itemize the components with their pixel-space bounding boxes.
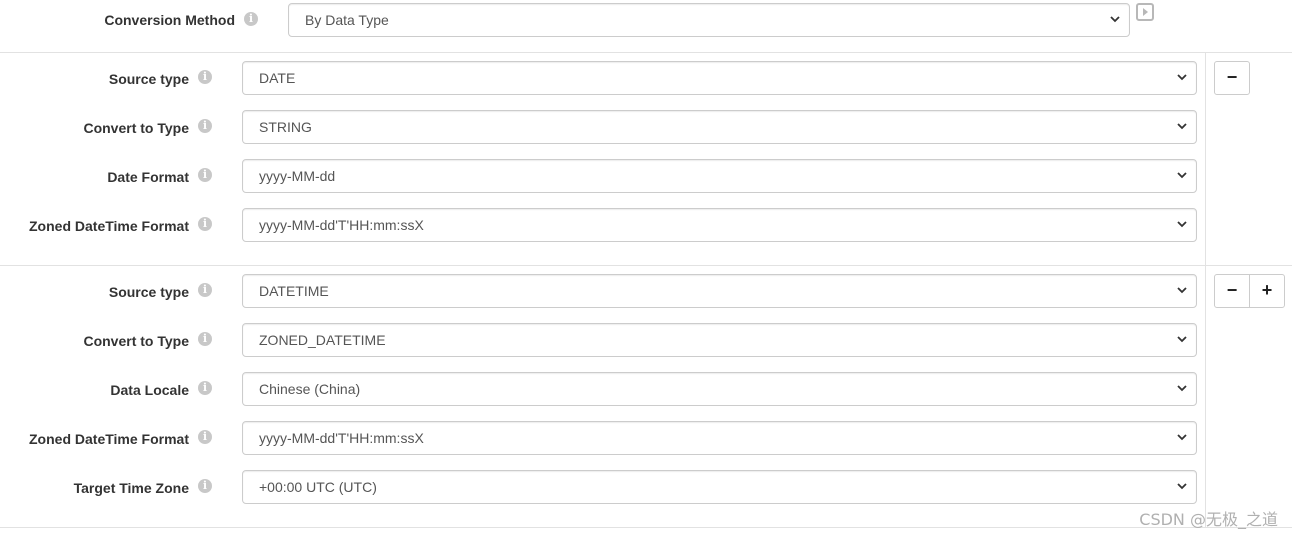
info-icon[interactable]: i (198, 119, 212, 133)
chevron-down-icon (1176, 373, 1188, 405)
chevron-down-icon (1176, 160, 1188, 192)
convert-to-type-value: STRING (259, 119, 312, 135)
target-time-zone-select[interactable]: +00:00 UTC (UTC) (242, 470, 1197, 504)
info-icon[interactable]: i (198, 332, 212, 346)
target-time-zone-value: +00:00 UTC (UTC) (259, 479, 377, 495)
divider (1205, 52, 1206, 265)
data-locale-select[interactable]: Chinese (China) (242, 372, 1197, 406)
date-format-select[interactable]: yyyy-MM-dd (242, 159, 1197, 193)
info-icon[interactable]: i (198, 168, 212, 182)
target-time-zone-label: Target Time Zone (73, 480, 189, 496)
data-locale-label: Data Locale (110, 382, 189, 398)
chevron-down-icon (1176, 422, 1188, 454)
source-type-label: Source type (108, 284, 189, 300)
zoned-datetime-format-label: Zoned DateTime Format (29, 431, 189, 447)
remove-rule-button[interactable]: − (1214, 61, 1250, 95)
info-icon[interactable]: i (198, 430, 212, 444)
chevron-down-icon (1176, 62, 1188, 94)
convert-to-type-select[interactable]: STRING (242, 110, 1197, 144)
watermark-text: CSDN @无极_之道 (1139, 510, 1278, 529)
remove-rule-button[interactable]: − (1214, 274, 1250, 308)
play-square-icon[interactable] (1136, 3, 1154, 21)
info-icon[interactable]: i (244, 12, 258, 26)
info-icon[interactable]: i (198, 381, 212, 395)
zoned-datetime-format-select[interactable]: yyyy-MM-dd'T'HH:mm:ssX (242, 421, 1197, 455)
chevron-down-icon (1176, 275, 1188, 307)
info-icon[interactable]: i (198, 70, 212, 84)
date-format-label: Date Format (107, 169, 189, 185)
zoned-datetime-format-select[interactable]: yyyy-MM-dd'T'HH:mm:ssX (242, 208, 1197, 242)
divider (0, 265, 1292, 266)
convert-to-type-select[interactable]: ZONED_DATETIME (242, 323, 1197, 357)
divider (0, 527, 1292, 528)
divider (1205, 265, 1206, 527)
conversion-method-value: By Data Type (305, 12, 389, 28)
convert-to-type-value: ZONED_DATETIME (259, 332, 386, 348)
info-icon[interactable]: i (198, 479, 212, 493)
chevron-down-icon (1176, 471, 1188, 503)
data-locale-value: Chinese (China) (259, 381, 361, 397)
conversion-method-label: Conversion Method (104, 12, 235, 28)
conversion-method-select[interactable]: By Data Type (288, 3, 1130, 37)
add-rule-button[interactable]: + (1249, 274, 1285, 308)
source-type-value: DATETIME (259, 283, 329, 299)
zoned-datetime-format-label: Zoned DateTime Format (29, 218, 189, 234)
convert-to-type-label: Convert to Type (83, 333, 189, 349)
convert-to-type-label: Convert to Type (83, 120, 189, 136)
source-type-label: Source type (108, 71, 189, 87)
zoned-datetime-format-value: yyyy-MM-dd'T'HH:mm:ssX (259, 217, 424, 233)
chevron-down-icon (1176, 209, 1188, 241)
source-type-select[interactable]: DATE (242, 61, 1197, 95)
zoned-datetime-format-value: yyyy-MM-dd'T'HH:mm:ssX (259, 430, 424, 446)
chevron-down-icon (1176, 111, 1188, 143)
info-icon[interactable]: i (198, 283, 212, 297)
info-icon[interactable]: i (198, 217, 212, 231)
date-format-value: yyyy-MM-dd (259, 168, 336, 184)
source-type-value: DATE (259, 70, 296, 86)
divider (0, 52, 1292, 53)
source-type-select[interactable]: DATETIME (242, 274, 1197, 308)
chevron-down-icon (1109, 4, 1121, 36)
chevron-down-icon (1176, 324, 1188, 356)
